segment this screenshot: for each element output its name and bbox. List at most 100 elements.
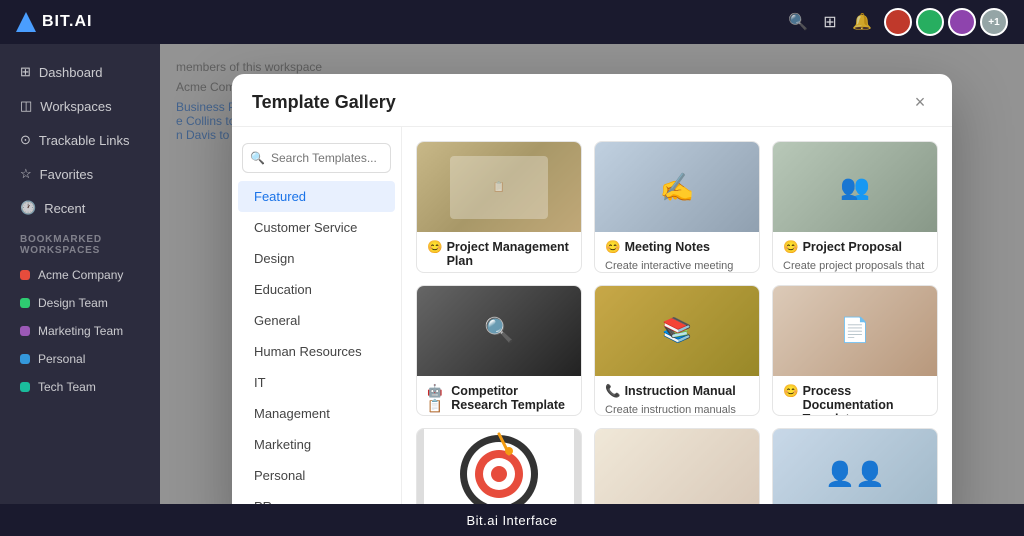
sidebar-item-favorites[interactable]: ☆ Favorites bbox=[6, 158, 154, 190]
sidebar-workspace-marketing[interactable]: Marketing Team bbox=[6, 318, 154, 344]
template-name-process-documentation: 😊Process Documentation Template bbox=[783, 384, 927, 417]
template-img-process-documentation: 📄 bbox=[773, 286, 937, 376]
modal-title: Template Gallery bbox=[252, 92, 396, 113]
ws-label-personal: Personal bbox=[38, 352, 85, 366]
sidebar-item-dashboard[interactable]: ⊞ Dashboard bbox=[6, 56, 154, 88]
ws-dot-personal bbox=[20, 354, 30, 364]
sidebar-workspace-personal[interactable]: Personal bbox=[6, 346, 154, 372]
sidebar-label-trackable-links: Trackable Links bbox=[39, 133, 130, 148]
sidebar-workspace-tech[interactable]: Tech Team bbox=[6, 374, 154, 400]
bottom-bar: Bit.ai Interface bbox=[0, 504, 1024, 536]
template-card-instruction-manual[interactable]: 📚 📞Instruction Manual Create instruction… bbox=[594, 285, 760, 417]
recent-icon: 🕐 bbox=[20, 200, 36, 216]
ws-dot-marketing bbox=[20, 326, 30, 336]
template-img-instruction-manual: 📚 bbox=[595, 286, 759, 376]
app-container: BIT.AI 🔍 ⊞ 🔔 +1 ⊞ Dashboard ◫ Workspaces bbox=[0, 0, 1024, 536]
template-img-meeting-notes: ✍️ bbox=[595, 142, 759, 232]
template-info-competitor-research: 🤖📋Competitor Research Template Create sm… bbox=[417, 376, 581, 417]
template-gallery-modal: Template Gallery × 🔍 Featured Custo bbox=[232, 74, 952, 504]
sidebar-item-workspaces[interactable]: ◫ Workspaces bbox=[6, 90, 154, 122]
sidebar-workspace-acme[interactable]: Acme Company bbox=[6, 262, 154, 288]
template-info-project-management: 😊Project Management Plan Create project … bbox=[417, 232, 581, 273]
dashboard-icon: ⊞ bbox=[20, 64, 31, 80]
modal-header: Template Gallery × bbox=[232, 74, 952, 127]
bell-icon[interactable]: 🔔 bbox=[852, 12, 872, 32]
search-box: 🔍 bbox=[232, 135, 401, 181]
template-info-process-documentation: 😊Process Documentation Template Create p… bbox=[773, 376, 937, 417]
template-card-meeting-notes[interactable]: ✍️ 😊Meeting Notes Create interactive mee… bbox=[594, 141, 760, 273]
template-name-competitor-research: 🤖📋Competitor Research Template bbox=[427, 384, 571, 414]
top-bar-actions: 🔍 ⊞ 🔔 +1 bbox=[788, 8, 1008, 36]
top-bar: BIT.AI 🔍 ⊞ 🔔 +1 bbox=[0, 0, 1024, 44]
workspaces-icon: ◫ bbox=[20, 98, 32, 114]
category-sidebar: 🔍 Featured Customer Service Design Educa… bbox=[232, 127, 402, 504]
favorites-icon: ☆ bbox=[20, 166, 32, 182]
ws-dot-tech bbox=[20, 382, 30, 392]
category-management[interactable]: Management bbox=[238, 398, 395, 429]
template-card-competitor-research[interactable]: 🔍 🤖📋Competitor Research Template Create … bbox=[416, 285, 582, 417]
category-general[interactable]: General bbox=[238, 305, 395, 336]
category-pr[interactable]: PR bbox=[238, 491, 395, 504]
template-desc-meeting-notes: Create interactive meeting notes with Bi… bbox=[605, 259, 749, 273]
template-name-project-management: 😊Project Management Plan bbox=[427, 240, 571, 268]
avatar-1[interactable] bbox=[884, 8, 912, 36]
category-customer-service[interactable]: Customer Service bbox=[238, 212, 395, 243]
template-img-team: 👤👤 bbox=[773, 429, 937, 504]
template-desc-project-proposal: Create project proposals that impress yo… bbox=[783, 259, 927, 273]
sidebar-item-recent[interactable]: 🕐 Recent bbox=[6, 192, 154, 224]
avatar-group: +1 bbox=[884, 8, 1008, 36]
category-human-resources[interactable]: Human Resources bbox=[238, 336, 395, 367]
ws-label-marketing: Marketing Team bbox=[38, 324, 123, 338]
template-card-process-documentation[interactable]: 📄 😊Process Documentation Template Create… bbox=[772, 285, 938, 417]
avatar-4[interactable]: +1 bbox=[980, 8, 1008, 36]
template-card-blank[interactable] bbox=[594, 428, 760, 504]
category-education[interactable]: Education bbox=[238, 274, 395, 305]
template-card-project-proposal[interactable]: 👥 😊Project Proposal Create project propo… bbox=[772, 141, 938, 273]
ws-label-tech: Tech Team bbox=[38, 380, 96, 394]
search-icon-inside: 🔍 bbox=[250, 151, 265, 165]
template-name-meeting-notes: 😊Meeting Notes bbox=[605, 240, 749, 255]
ws-dot-design bbox=[20, 298, 30, 308]
search-icon[interactable]: 🔍 bbox=[788, 12, 808, 32]
template-card-team[interactable]: 👤👤 bbox=[772, 428, 938, 504]
template-name-instruction-manual: 📞Instruction Manual bbox=[605, 384, 749, 399]
template-img-competitor-research: 🔍 bbox=[417, 286, 581, 376]
sidebar-workspace-design[interactable]: Design Team bbox=[6, 290, 154, 316]
category-it[interactable]: IT bbox=[238, 367, 395, 398]
ws-label-acme: Acme Company bbox=[38, 268, 123, 282]
grid-icon[interactable]: ⊞ bbox=[820, 12, 840, 32]
sidebar-item-trackable-links[interactable]: ⊙ Trackable Links bbox=[6, 124, 154, 156]
template-name-project-proposal: 😊Project Proposal bbox=[783, 240, 927, 255]
modal-backdrop[interactable]: Template Gallery × 🔍 Featured Custo bbox=[160, 44, 1024, 504]
templates-grid: 📋 😊Project Management Plan Create projec… bbox=[402, 127, 952, 504]
logo-icon bbox=[16, 12, 36, 32]
ws-dot-acme bbox=[20, 270, 30, 280]
main-layout: ⊞ Dashboard ◫ Workspaces ⊙ Trackable Lin… bbox=[0, 44, 1024, 504]
trackable-links-icon: ⊙ bbox=[20, 132, 31, 148]
sidebar-label-recent: Recent bbox=[44, 201, 85, 216]
avatar-3[interactable] bbox=[948, 8, 976, 36]
category-featured[interactable]: Featured bbox=[238, 181, 395, 212]
bookmarked-section-label: BOOKMARKED WORKSPACES bbox=[6, 226, 154, 260]
template-img-project-management: 📋 bbox=[417, 142, 581, 232]
category-marketing[interactable]: Marketing bbox=[238, 429, 395, 460]
sidebar-label-dashboard: Dashboard bbox=[39, 65, 103, 80]
template-card-target[interactable] bbox=[416, 428, 582, 504]
template-card-project-management[interactable]: 📋 😊Project Management Plan Create projec… bbox=[416, 141, 582, 273]
sidebar: ⊞ Dashboard ◫ Workspaces ⊙ Trackable Lin… bbox=[0, 44, 160, 504]
ws-label-design: Design Team bbox=[38, 296, 108, 310]
bottom-bar-text: Bit.ai Interface bbox=[466, 513, 557, 528]
avatar-2[interactable] bbox=[916, 8, 944, 36]
template-info-instruction-manual: 📞Instruction Manual Create instruction m… bbox=[595, 376, 759, 417]
template-desc-project-management: Create project management documents to m… bbox=[427, 272, 571, 273]
sidebar-label-favorites: Favorites bbox=[40, 167, 93, 182]
template-info-meeting-notes: 😊Meeting Notes Create interactive meetin… bbox=[595, 232, 759, 273]
category-personal[interactable]: Personal bbox=[238, 460, 395, 491]
content-area: members of this workspace Acme Company d… bbox=[160, 44, 1024, 504]
modal-close-button[interactable]: × bbox=[908, 90, 932, 114]
template-img-project-proposal: 👥 bbox=[773, 142, 937, 232]
logo-text: BIT.AI bbox=[42, 13, 92, 31]
category-design[interactable]: Design bbox=[238, 243, 395, 274]
logo: BIT.AI bbox=[16, 12, 92, 32]
modal-body: 🔍 Featured Customer Service Design Educa… bbox=[232, 127, 952, 504]
